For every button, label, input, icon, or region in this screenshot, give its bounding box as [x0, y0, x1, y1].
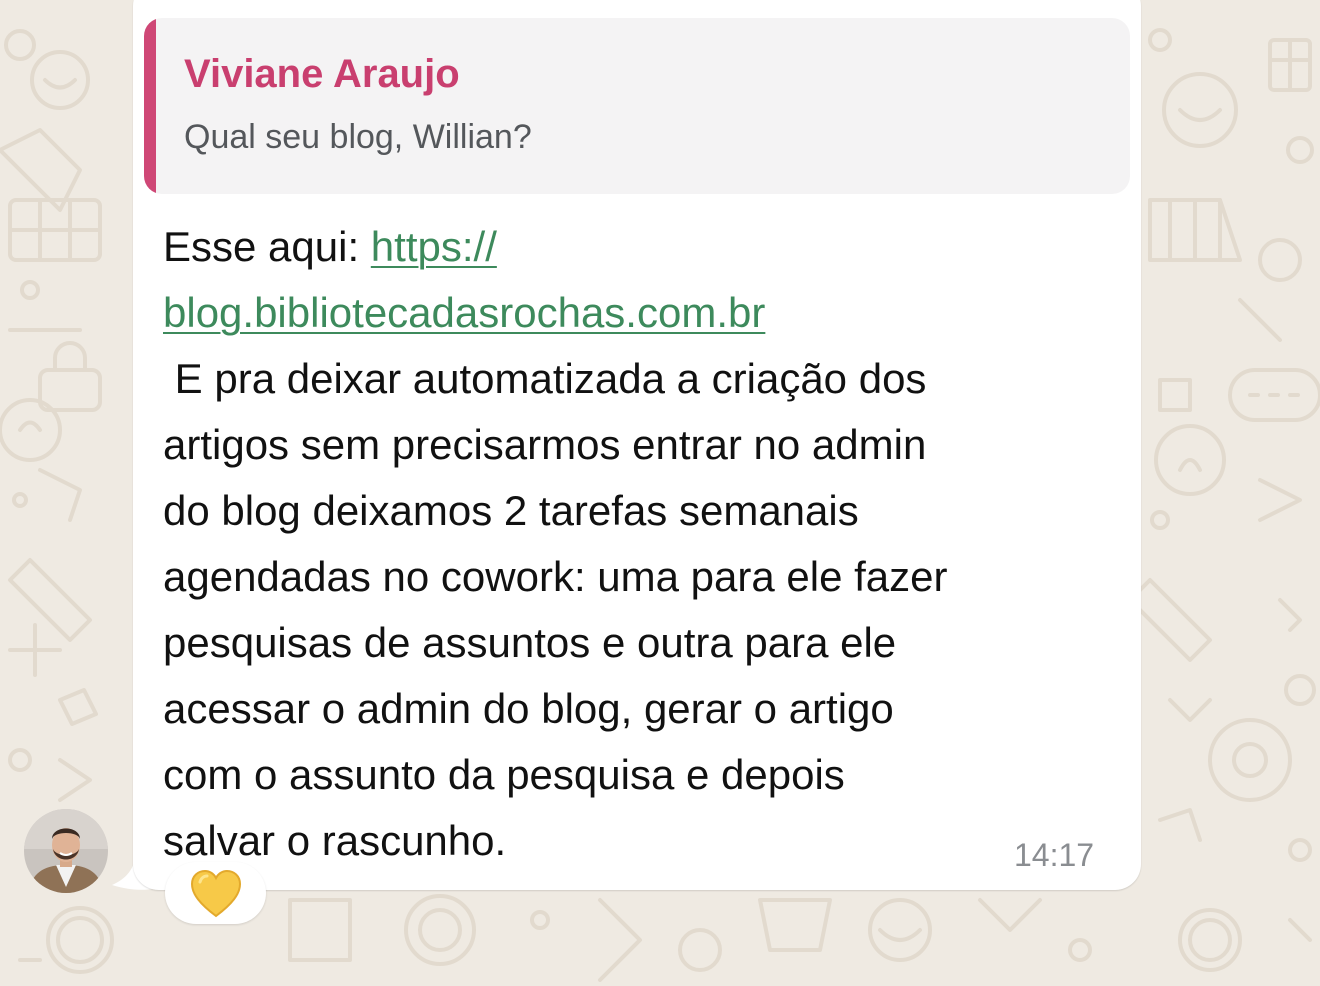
- message-line: com o assunto da pesquisa e depois: [163, 751, 845, 798]
- quote-accent-bar: [144, 18, 156, 194]
- message-line: pesquisas de assuntos e outra para ele: [163, 619, 897, 666]
- message-line: do blog deixamos 2 tarefas semanais: [163, 487, 859, 534]
- message-line: blog.bibliotecadasrochas.com.br: [163, 280, 1123, 346]
- quoted-reply[interactable]: Viviane Araujo Qual seu blog, Willian?: [144, 18, 1130, 194]
- message-line: agendadas no cowork: uma para ele fazer: [163, 553, 948, 600]
- message-line: salvar o rascunho.: [163, 817, 507, 864]
- quoted-author: Viviane Araujo: [184, 52, 460, 96]
- message-reaction[interactable]: [165, 862, 266, 924]
- message-line: artigos sem precisarmos entrar no admin: [163, 421, 927, 468]
- sender-avatar[interactable]: [24, 809, 108, 893]
- message-timestamp: 14:17: [1014, 837, 1095, 873]
- message-text: Esse aqui: https:// blog.bibliotecadasro…: [163, 214, 1123, 874]
- person-avatar-icon: [24, 809, 108, 893]
- blog-link[interactable]: https://: [371, 223, 497, 270]
- message-line: acessar o admin do blog, gerar o artigo: [163, 685, 894, 732]
- message-line: Esse aqui: https://: [163, 214, 1123, 280]
- blog-link[interactable]: blog.bibliotecadasrochas.com.br: [163, 289, 765, 336]
- quoted-text: Qual seu blog, Willian?: [184, 118, 532, 156]
- message-text-segment: Esse aqui:: [163, 223, 371, 270]
- message-line: E pra deixar automatizada a criação dos: [163, 355, 927, 402]
- yellow-heart-icon: [190, 870, 242, 918]
